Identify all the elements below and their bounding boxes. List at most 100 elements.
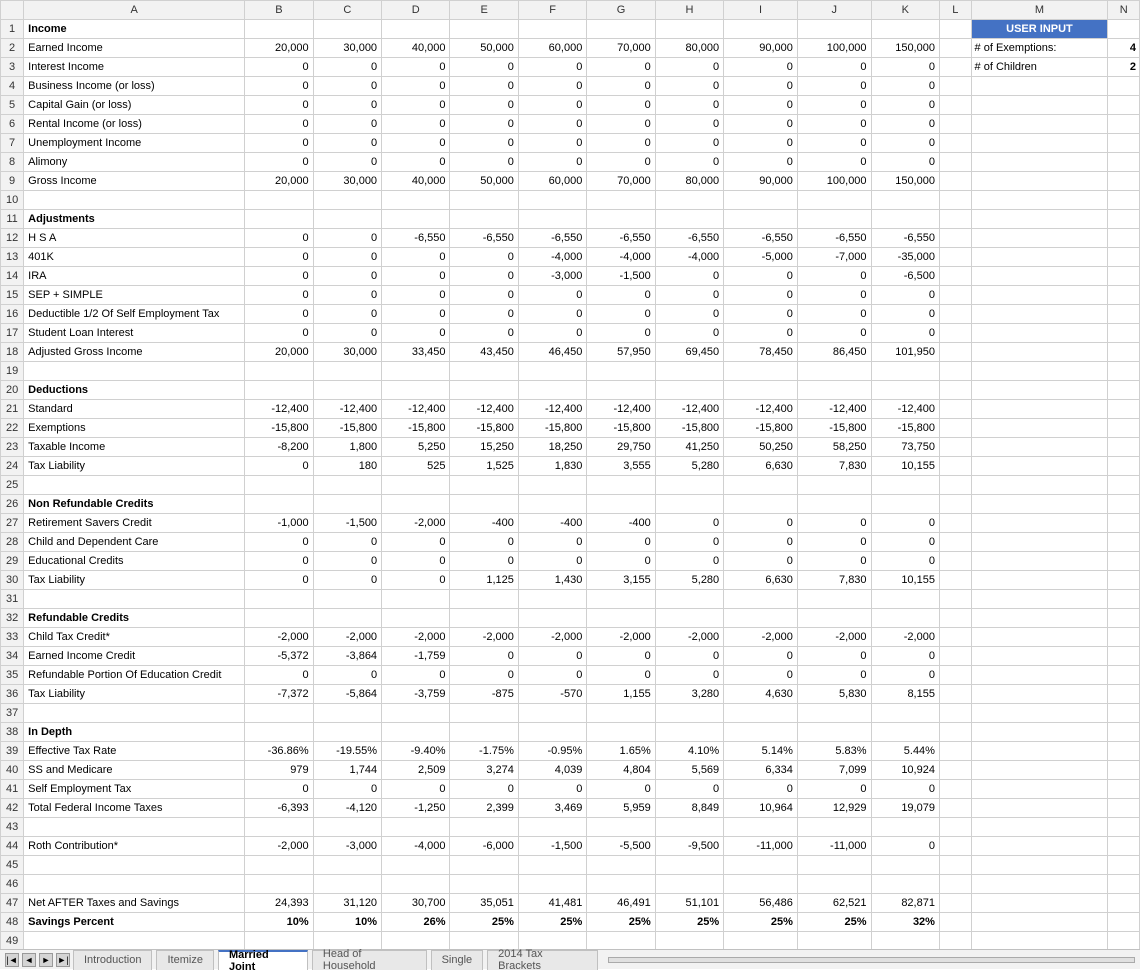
- cell-j-37[interactable]: [797, 704, 871, 723]
- cell-g-25[interactable]: [587, 476, 655, 495]
- cell-i-14[interactable]: 0: [724, 267, 798, 286]
- cell-c-14[interactable]: 0: [313, 267, 381, 286]
- cell-a-20[interactable]: Deductions: [24, 381, 245, 400]
- cell-f-7[interactable]: 0: [518, 134, 586, 153]
- cell-e-33[interactable]: -2,000: [450, 628, 518, 647]
- cell-a-2[interactable]: Earned Income: [24, 39, 245, 58]
- cell-i-49[interactable]: [724, 932, 798, 950]
- cell-k-33[interactable]: -2,000: [871, 628, 939, 647]
- cell-j-28[interactable]: 0: [797, 533, 871, 552]
- cell-e-11[interactable]: [450, 210, 518, 229]
- cell-h-6[interactable]: 0: [655, 115, 723, 134]
- cell-a-31[interactable]: [24, 590, 245, 609]
- cell-j-31[interactable]: [797, 590, 871, 609]
- cell-a-36[interactable]: Tax Liability: [24, 685, 245, 704]
- cell-f-37[interactable]: [518, 704, 586, 723]
- cell-g-7[interactable]: 0: [587, 134, 655, 153]
- cell-a-45[interactable]: [24, 856, 245, 875]
- cell-j-42[interactable]: 12,929: [797, 799, 871, 818]
- cell-f-2[interactable]: 60,000: [518, 39, 586, 58]
- cell-c-20[interactable]: [313, 381, 381, 400]
- cell-d-34[interactable]: -1,759: [382, 647, 450, 666]
- cell-d-31[interactable]: [382, 590, 450, 609]
- cell-h-28[interactable]: 0: [655, 533, 723, 552]
- cell-i-6[interactable]: 0: [724, 115, 798, 134]
- cell-i-1[interactable]: [724, 20, 798, 39]
- cell-k-32[interactable]: [871, 609, 939, 628]
- cell-f-12[interactable]: -6,550: [518, 229, 586, 248]
- cell-k-25[interactable]: [871, 476, 939, 495]
- cell-a-12[interactable]: H S A: [24, 229, 245, 248]
- cell-d-44[interactable]: -4,000: [382, 837, 450, 856]
- cell-d-10[interactable]: [382, 191, 450, 210]
- cell-j-40[interactable]: 7,099: [797, 761, 871, 780]
- cell-d-27[interactable]: -2,000: [382, 514, 450, 533]
- cell-j-24[interactable]: 7,830: [797, 457, 871, 476]
- cell-h-38[interactable]: [655, 723, 723, 742]
- cell-k-5[interactable]: 0: [871, 96, 939, 115]
- cell-b-34[interactable]: -5,372: [245, 647, 313, 666]
- cell-a-34[interactable]: Earned Income Credit: [24, 647, 245, 666]
- cell-a-33[interactable]: Child Tax Credit*: [24, 628, 245, 647]
- cell-b-37[interactable]: [245, 704, 313, 723]
- cell-j-12[interactable]: -6,550: [797, 229, 871, 248]
- cell-k-13[interactable]: -35,000: [871, 248, 939, 267]
- cell-k-6[interactable]: 0: [871, 115, 939, 134]
- cell-k-7[interactable]: 0: [871, 134, 939, 153]
- cell-d-11[interactable]: [382, 210, 450, 229]
- cell-h-35[interactable]: 0: [655, 666, 723, 685]
- cell-d-37[interactable]: [382, 704, 450, 723]
- cell-c-29[interactable]: 0: [313, 552, 381, 571]
- cell-e-15[interactable]: 0: [450, 286, 518, 305]
- cell-g-31[interactable]: [587, 590, 655, 609]
- cell-c-27[interactable]: -1,500: [313, 514, 381, 533]
- cell-d-5[interactable]: 0: [382, 96, 450, 115]
- cell-g-5[interactable]: 0: [587, 96, 655, 115]
- cell-k-34[interactable]: 0: [871, 647, 939, 666]
- cell-c-21[interactable]: -12,400: [313, 400, 381, 419]
- cell-b-11[interactable]: [245, 210, 313, 229]
- cell-i-33[interactable]: -2,000: [724, 628, 798, 647]
- cell-e-32[interactable]: [450, 609, 518, 628]
- cell-a-17[interactable]: Student Loan Interest: [24, 324, 245, 343]
- cell-k-12[interactable]: -6,550: [871, 229, 939, 248]
- cell-b-18[interactable]: 20,000: [245, 343, 313, 362]
- cell-b-12[interactable]: 0: [245, 229, 313, 248]
- cell-b-15[interactable]: 0: [245, 286, 313, 305]
- cell-j-35[interactable]: 0: [797, 666, 871, 685]
- cell-j-4[interactable]: 0: [797, 77, 871, 96]
- cell-k-1[interactable]: [871, 20, 939, 39]
- cell-d-47[interactable]: 30,700: [382, 894, 450, 913]
- cell-g-35[interactable]: 0: [587, 666, 655, 685]
- cell-e-31[interactable]: [450, 590, 518, 609]
- cell-j-22[interactable]: -15,800: [797, 419, 871, 438]
- cell-h-2[interactable]: 80,000: [655, 39, 723, 58]
- cell-g-38[interactable]: [587, 723, 655, 742]
- cell-f-49[interactable]: [518, 932, 586, 950]
- cell-d-25[interactable]: [382, 476, 450, 495]
- cell-h-11[interactable]: [655, 210, 723, 229]
- cell-b-45[interactable]: [245, 856, 313, 875]
- cell-e-18[interactable]: 43,450: [450, 343, 518, 362]
- cell-h-23[interactable]: 41,250: [655, 438, 723, 457]
- cell-h-27[interactable]: 0: [655, 514, 723, 533]
- cell-j-16[interactable]: 0: [797, 305, 871, 324]
- cell-c-49[interactable]: [313, 932, 381, 950]
- cell-h-40[interactable]: 5,569: [655, 761, 723, 780]
- cell-a-32[interactable]: Refundable Credits: [24, 609, 245, 628]
- cell-k-26[interactable]: [871, 495, 939, 514]
- cell-i-18[interactable]: 78,450: [724, 343, 798, 362]
- cell-i-39[interactable]: 5.14%: [724, 742, 798, 761]
- cell-g-42[interactable]: 5,959: [587, 799, 655, 818]
- cell-h-37[interactable]: [655, 704, 723, 723]
- cell-g-8[interactable]: 0: [587, 153, 655, 172]
- cell-e-20[interactable]: [450, 381, 518, 400]
- cell-f-35[interactable]: 0: [518, 666, 586, 685]
- cell-i-20[interactable]: [724, 381, 798, 400]
- cell-f-27[interactable]: -400: [518, 514, 586, 533]
- cell-f-25[interactable]: [518, 476, 586, 495]
- cell-k-45[interactable]: [871, 856, 939, 875]
- cell-f-48[interactable]: 25%: [518, 913, 586, 932]
- cell-j-2[interactable]: 100,000: [797, 39, 871, 58]
- cell-e-46[interactable]: [450, 875, 518, 894]
